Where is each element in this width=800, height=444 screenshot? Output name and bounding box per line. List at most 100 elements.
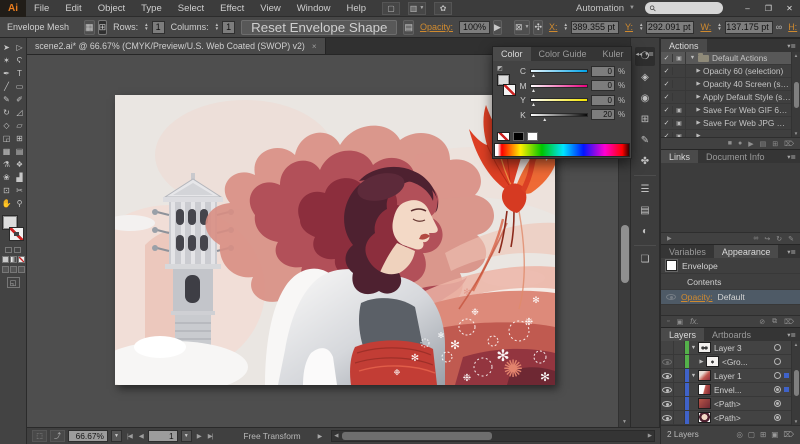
dialog-toggle[interactable]	[673, 65, 686, 77]
arrange-documents-icon[interactable]: ▥▼	[408, 2, 426, 15]
menu-file[interactable]: File	[26, 0, 57, 17]
expander-icon[interactable]: ▼	[688, 55, 697, 61]
panel-menu-icon[interactable]: ▾≣	[645, 50, 654, 58]
layer-row[interactable]: <Path>	[661, 397, 791, 411]
direct-selection-tool[interactable]: ▷	[13, 41, 26, 54]
opacity-input[interactable]: 100%	[459, 21, 490, 34]
close-button[interactable]: ✕	[779, 1, 800, 16]
collapse-panel-icon[interactable]: ◂◂	[636, 50, 643, 58]
stepper-down-icon[interactable]: ▼	[639, 27, 643, 31]
layer-row[interactable]: ▶ <Gro...	[661, 355, 791, 369]
artboard-nav-icon[interactable]: ⬚	[32, 430, 47, 442]
w-label[interactable]: W:	[697, 22, 714, 32]
brushes-panel-icon[interactable]: ✎	[635, 131, 655, 150]
layer-row[interactable]: <Path>	[661, 411, 791, 425]
expander-icon[interactable]: ▶	[697, 359, 706, 365]
scroll-down-icon[interactable]: ▼	[794, 419, 798, 424]
restore-button[interactable]: ❐	[758, 1, 779, 16]
draw-inside-button[interactable]	[18, 266, 25, 273]
slider-thumb-icon[interactable]: ▲	[542, 117, 547, 123]
pencil-tool[interactable]: ✐	[13, 93, 26, 106]
menu-window[interactable]: Window	[289, 0, 339, 17]
draw-normal-button[interactable]	[2, 266, 9, 273]
visibility-eye-icon[interactable]	[666, 294, 676, 300]
scroll-left-icon[interactable]: ◀	[332, 433, 340, 439]
add-stroke-button[interactable]: ▫	[667, 318, 669, 325]
rows-stepper[interactable]: ▲▼	[144, 23, 148, 31]
previous-artboard-button[interactable]: ◀	[137, 432, 145, 440]
menu-effect[interactable]: Effect	[212, 0, 252, 17]
symbols-panel-icon[interactable]: ✤	[635, 152, 655, 171]
edit-original-button[interactable]: ✎	[788, 235, 794, 243]
opacity-dropdown-icon[interactable]: ▶	[493, 20, 502, 35]
black-swatch[interactable]	[513, 132, 524, 141]
line-segment-tool[interactable]: ╱	[0, 80, 13, 93]
dialog-toggle[interactable]: ▣	[673, 117, 686, 129]
toggle-item-check[interactable]: ✓	[661, 106, 673, 114]
lasso-tool[interactable]: Ϛ	[13, 54, 26, 67]
tab-layers[interactable]: Layers	[661, 328, 704, 341]
expander-icon[interactable]: ▶	[694, 68, 703, 74]
magic-wand-tool[interactable]: ✶	[0, 54, 13, 67]
shape-builder-tool[interactable]: ◲	[0, 132, 13, 145]
layer-name[interactable]: Envel...	[714, 385, 742, 395]
artboard-dropdown-icon[interactable]: ▼	[181, 430, 192, 442]
opacity-link[interactable]: Opacity:	[681, 292, 713, 302]
duplicate-item-button[interactable]: ⧉	[772, 318, 777, 326]
swatches-panel-icon[interactable]: ⊞	[635, 110, 655, 129]
layer-name[interactable]: <Path>	[714, 399, 741, 409]
blend-tool[interactable]: ❖	[13, 158, 26, 171]
status-popup-icon[interactable]: ▶	[318, 433, 323, 440]
delete-item-button[interactable]: ⌦	[784, 318, 794, 326]
layer-row[interactable]: ▼ Layer 1	[661, 369, 791, 383]
menu-edit[interactable]: Edit	[57, 0, 89, 17]
none-swatch[interactable]	[497, 132, 510, 141]
hand-tool[interactable]: ✋	[0, 197, 13, 210]
share-icon[interactable]: ⤴	[50, 430, 65, 442]
new-set-button[interactable]: ▤	[760, 140, 767, 148]
layer-row[interactable]: Envel...	[661, 383, 791, 397]
slider-thumb-icon[interactable]: ▲	[531, 73, 536, 79]
expander-icon[interactable]: ▶	[694, 94, 703, 100]
tab-color[interactable]: Color	[493, 47, 531, 61]
stepper-down-icon[interactable]: ▼	[717, 27, 721, 31]
action-row[interactable]: ✓ ▣ ▶ Save For Web JPG Medium	[661, 117, 791, 130]
toggle-item-check[interactable]: ✓	[661, 80, 673, 88]
x-stepper[interactable]: ▲▼	[564, 23, 568, 31]
tab-variables[interactable]: Variables	[661, 245, 714, 258]
draw-behind-button[interactable]	[10, 266, 17, 273]
x-label[interactable]: X:	[546, 22, 561, 32]
appearance-row-contents[interactable]: Contents	[661, 274, 800, 290]
scroll-down-icon[interactable]: ▼	[622, 417, 627, 427]
h-label[interactable]: H:	[785, 22, 800, 32]
last-artboard-button[interactable]: ▶|	[206, 432, 215, 440]
scroll-up-icon[interactable]: ▲	[794, 53, 798, 58]
pen-tool[interactable]: ✒	[0, 67, 13, 80]
expander-icon[interactable]: ▶	[694, 81, 703, 87]
visibility-eye-icon[interactable]	[661, 397, 674, 410]
record-button[interactable]: ●	[738, 140, 742, 147]
artboard[interactable]: ✻ ✻ ❉ ✻ ❉ ✻ ❉ ✻ ✻ ❉ ✻ ✺	[115, 95, 555, 385]
document-tab[interactable]: scene2.ai* @ 66.67% (CMYK/Preview/U.S. W…	[27, 38, 326, 54]
stop-button[interactable]: ■	[728, 140, 732, 147]
stroke-panel-icon[interactable]: ☰	[635, 180, 655, 199]
next-artboard-button[interactable]: ▶	[195, 432, 203, 440]
stepper-down-icon[interactable]: ▼	[215, 27, 219, 31]
gradient-mode-button[interactable]	[10, 256, 17, 263]
visibility-eye-icon[interactable]	[661, 411, 674, 424]
black-value[interactable]: 20	[591, 109, 615, 120]
scroll-down-icon[interactable]: ▼	[794, 131, 798, 136]
selection-tool[interactable]: ➤	[0, 41, 13, 54]
first-artboard-button[interactable]: |◀	[125, 432, 134, 440]
expander-icon[interactable]: ▼	[689, 345, 698, 351]
cyan-slider[interactable]: ▲	[530, 69, 588, 73]
scale-tool[interactable]: ◿	[13, 106, 26, 119]
symbol-sprayer-tool[interactable]: ❀	[0, 171, 13, 184]
yellow-slider[interactable]: ▲	[530, 98, 588, 102]
mesh-tool[interactable]: ▦	[0, 145, 13, 158]
toggle-item-check[interactable]: ✓	[661, 119, 673, 127]
relink-button[interactable]: ∞	[753, 235, 758, 242]
color-mode-button[interactable]	[2, 256, 9, 263]
update-link-button[interactable]: ↻	[776, 235, 782, 243]
panel-menu-icon[interactable]: ▾≣	[787, 331, 796, 339]
